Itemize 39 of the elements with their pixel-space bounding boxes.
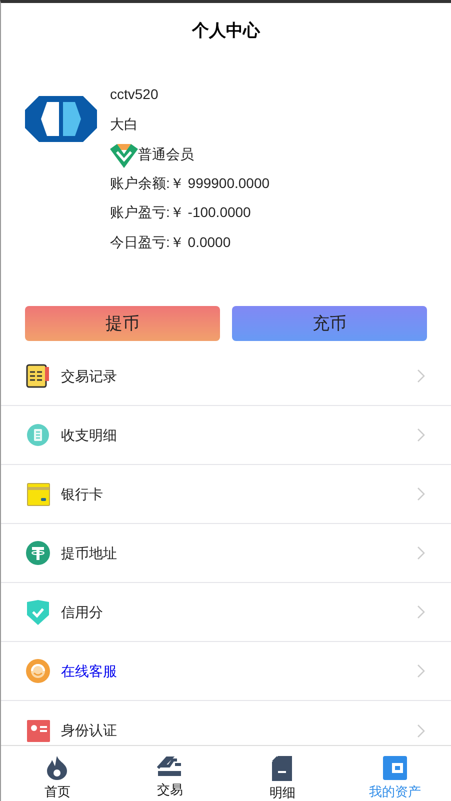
menu-item[interactable]: 身份认证: [1, 701, 451, 745]
tab-label[interactable]: 明细: [269, 785, 296, 801]
member-level: 普通会员: [138, 145, 194, 164]
headset-icon: [26, 659, 50, 683]
page-title: 个人中心: [192, 20, 260, 42]
id-card-icon: [26, 720, 50, 742]
shield-check-icon: [27, 600, 49, 624]
chevron-right-icon: [417, 724, 425, 738]
tab-label[interactable]: 交易: [156, 782, 183, 798]
nickname: 大白: [110, 114, 139, 134]
document-icon: [272, 756, 292, 781]
wallet-icon: [382, 756, 407, 780]
chevron-right-icon: [417, 487, 425, 501]
chevron-right-icon: [417, 605, 425, 619]
chevron-right-icon: [417, 664, 425, 678]
menu-item[interactable]: 信用分: [1, 583, 451, 642]
menu-item[interactable]: 在线客服: [1, 642, 451, 701]
member-badge-icon: [110, 143, 138, 169]
account-profit-loss: 账户盈亏:￥ -100.0000: [110, 203, 252, 222]
account-balance: 账户余额:￥ 999900.0000: [110, 174, 270, 192]
menu-item[interactable]: 收支明细: [1, 406, 451, 465]
menu-item[interactable]: 提币地址: [1, 524, 451, 583]
chart-lines-icon: [157, 756, 182, 778]
chevron-right-icon: [417, 428, 425, 442]
withdraw-button[interactable]: 提币: [25, 306, 220, 341]
flame-icon: [47, 756, 68, 780]
menu-item[interactable]: 银行卡: [1, 465, 451, 524]
tether-coin-icon: [26, 541, 50, 565]
today-profit-loss: 今日盈亏:￥ 0.0000: [110, 232, 232, 252]
notebook-icon: [26, 364, 50, 388]
chevron-right-icon: [417, 546, 425, 560]
document-circle-icon: [27, 424, 49, 446]
avatar-logo: [25, 96, 97, 142]
menu-item[interactable]: 交易记录: [1, 347, 451, 406]
bank-card-icon: [26, 482, 50, 506]
deposit-button[interactable]: 充币: [232, 306, 427, 341]
tab-label[interactable]: 首页: [44, 784, 70, 800]
chevron-right-icon: [417, 369, 425, 383]
username: cctv520: [110, 85, 160, 104]
